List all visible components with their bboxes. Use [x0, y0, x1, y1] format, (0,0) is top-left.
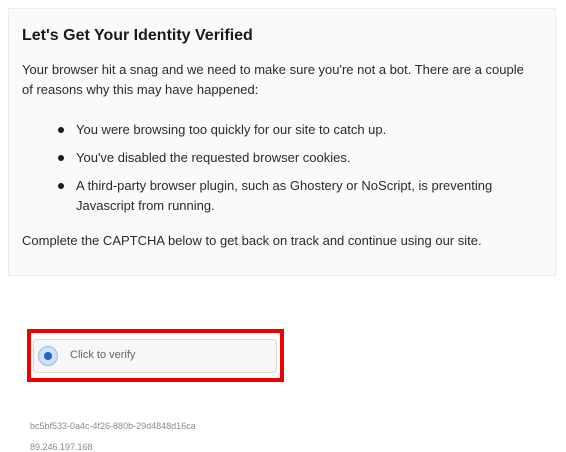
intro-text: Your browser hit a snag and we need to m… — [22, 62, 524, 97]
bullet-icon — [58, 127, 64, 133]
verify-label: Click to verify — [70, 349, 136, 361]
click-to-verify-button[interactable]: Click to verify — [33, 339, 277, 373]
verify-dot — [44, 352, 52, 360]
reason-text: A third-party browser plugin, such as Gh… — [76, 178, 493, 213]
reason-text: You were browsing too quickly for our si… — [76, 122, 387, 137]
list-item: You were browsing too quickly for our si… — [58, 120, 528, 140]
page-title: Let's Get Your Identity Verified — [22, 27, 253, 44]
bullet-icon — [58, 155, 64, 161]
reasons-list: You were browsing too quickly for our si… — [58, 120, 528, 224]
verify-circle-icon[interactable] — [38, 346, 58, 366]
bullet-icon — [58, 183, 64, 189]
list-item: You've disabled the requested browser co… — [58, 148, 528, 168]
reason-text: You've disabled the requested browser co… — [76, 150, 351, 165]
list-item: A third-party browser plugin, such as Gh… — [58, 176, 528, 216]
request-id: bc5bf533-0a4c-4f26-880b-29d4848d16ca — [30, 421, 196, 431]
closing-text: Complete the CAPTCHA below to get back o… — [22, 233, 482, 248]
ip-address: 89.246.197.168 — [30, 442, 93, 452]
